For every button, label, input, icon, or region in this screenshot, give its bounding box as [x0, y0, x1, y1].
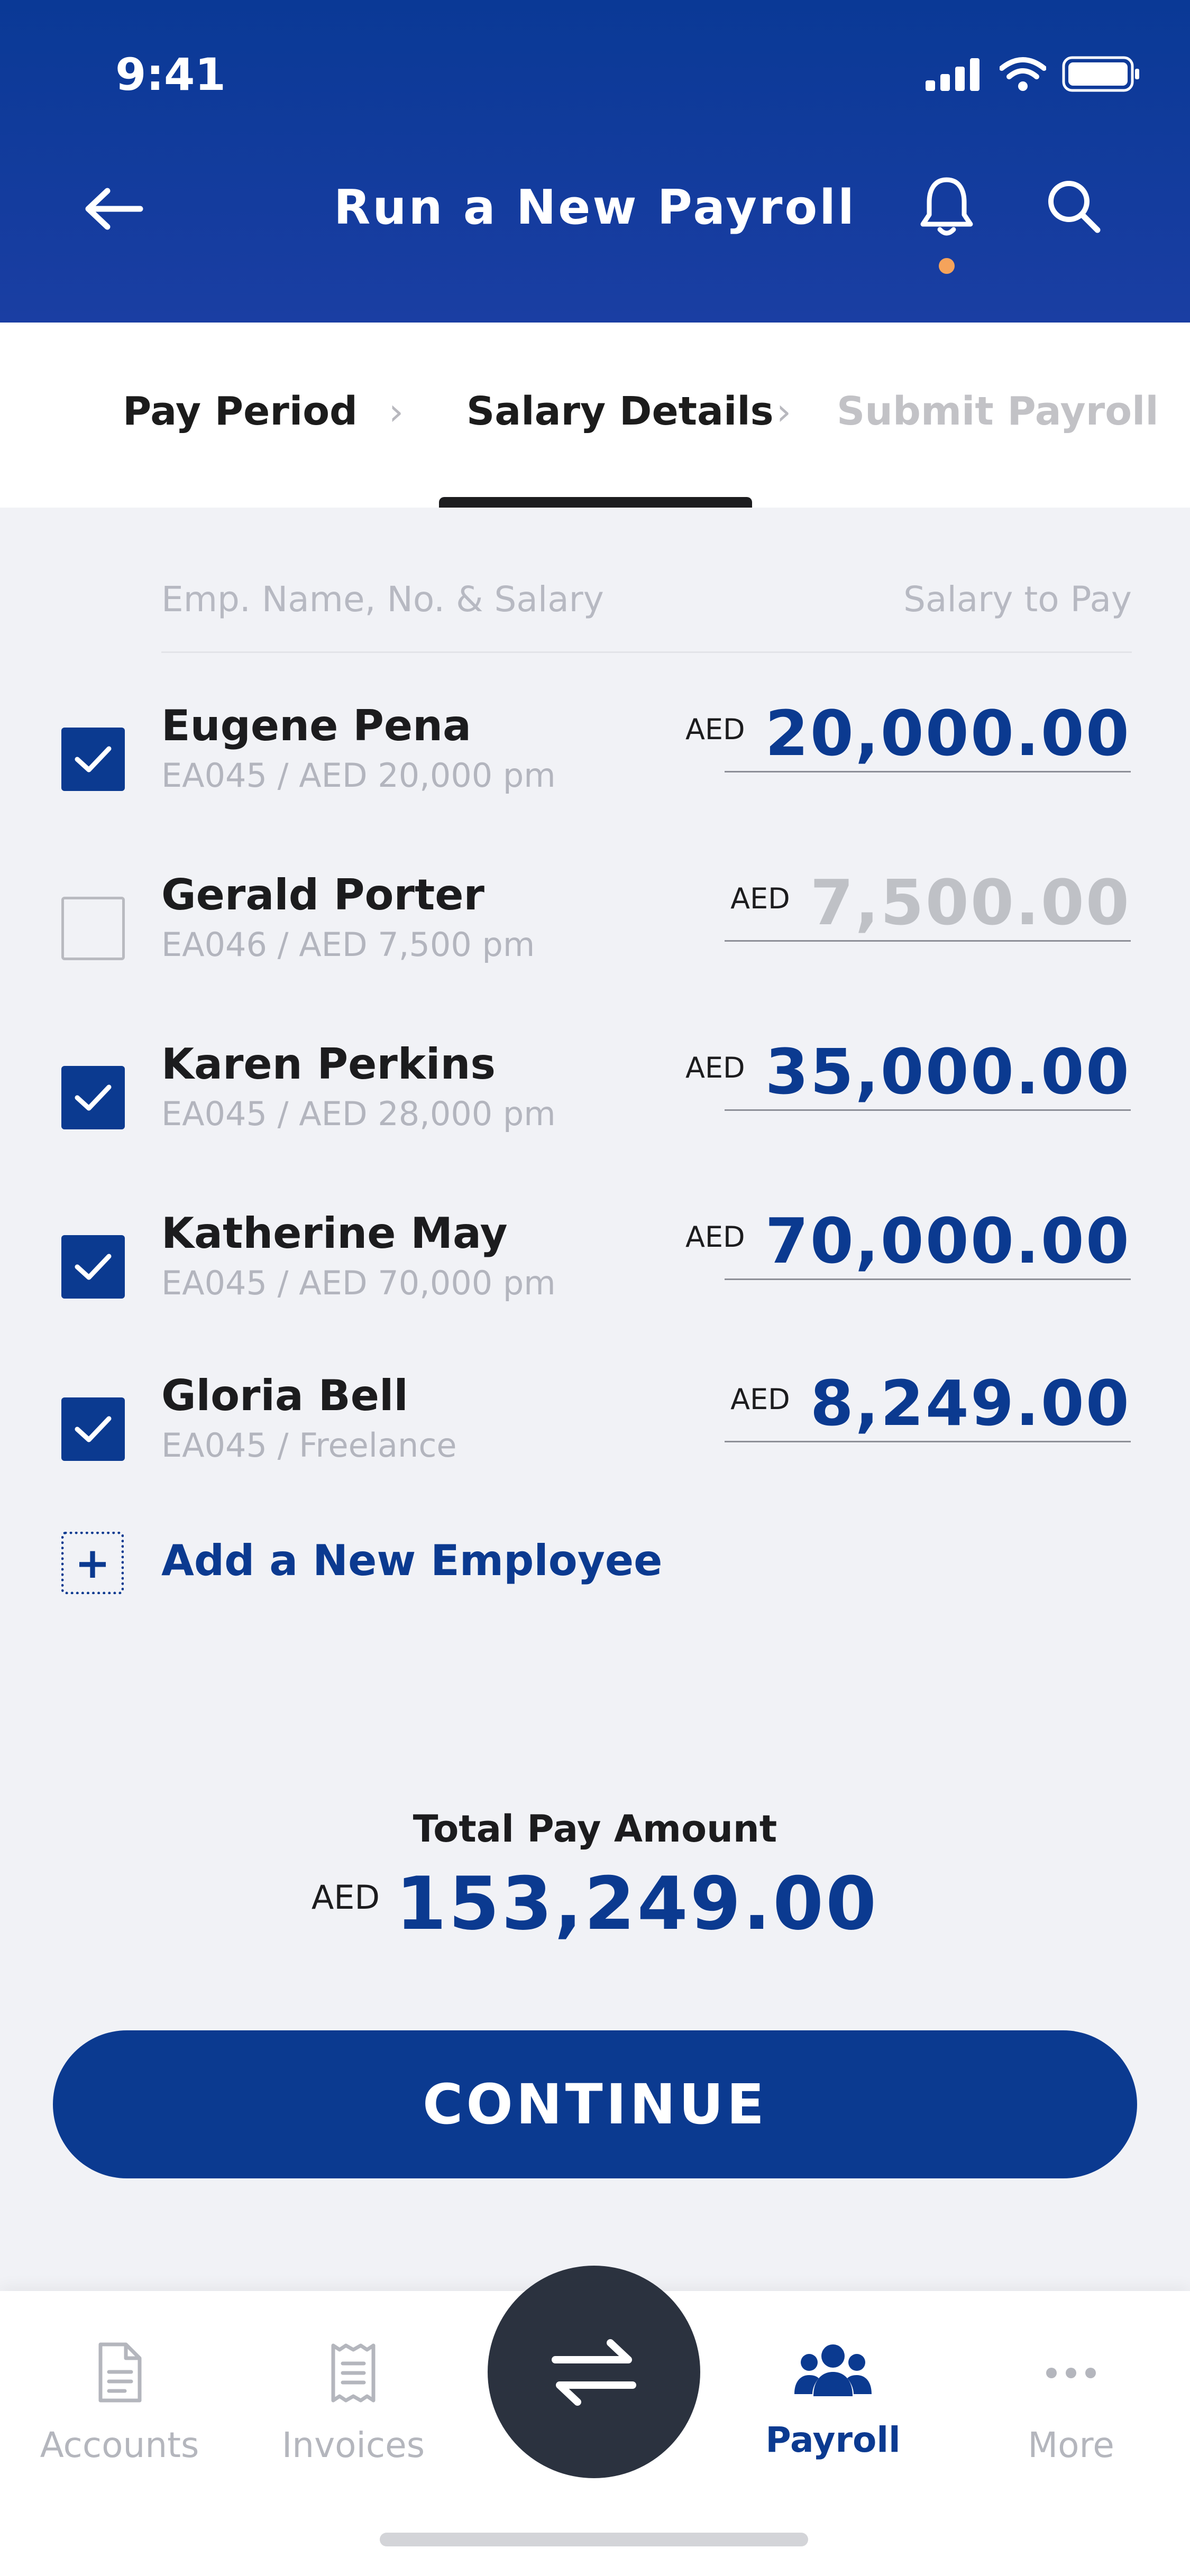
employee-name: Karen Perkins — [161, 1039, 496, 1089]
nav-item-invoices[interactable]: Invoices — [253, 2341, 454, 2465]
step-submit-payroll: Submit Payroll — [837, 389, 1159, 434]
document-icon — [98, 2342, 142, 2403]
salary-to-pay-field[interactable]: AED 8,249.00 — [730, 1367, 1131, 1440]
check-icon — [75, 746, 112, 772]
salary-to-pay-field[interactable]: AED 20,000.00 — [685, 697, 1131, 770]
salary-amount[interactable]: 8,249.00 — [810, 1367, 1131, 1440]
currency-label: AED — [730, 1383, 790, 1416]
plus-icon[interactable]: + — [61, 1532, 124, 1594]
currency-label: AED — [685, 1220, 745, 1254]
nav-item-accounts[interactable]: Accounts — [19, 2341, 220, 2465]
nav-item-more[interactable]: More — [971, 2341, 1171, 2465]
signal-icon — [926, 58, 980, 91]
amount-underline — [725, 1278, 1131, 1280]
progress-stepper: Pay Period › Salary Details › Submit Pay… — [0, 323, 1190, 508]
receipt-icon — [331, 2343, 376, 2403]
chevron-right-icon: › — [776, 390, 791, 434]
salary-amount[interactable]: 70,000.00 — [765, 1204, 1131, 1277]
table-row: Gloria Bell EA045 / Freelance AED 8,249.… — [0, 1367, 1190, 1525]
nav-label: Invoices — [281, 2425, 425, 2465]
employee-checkbox[interactable] — [61, 1397, 125, 1461]
employee-checkbox[interactable] — [61, 728, 125, 791]
employee-details: EA045 / AED 20,000 pm — [161, 756, 556, 795]
add-employee-link[interactable]: Add a New Employee — [161, 1536, 662, 1585]
total-currency: AED — [311, 1878, 380, 1917]
column-header-salary: Salary to Pay — [903, 579, 1132, 620]
status-icons — [926, 53, 1141, 95]
total-amount: 153,249.00 — [396, 1861, 879, 1946]
salary-to-pay-field[interactable]: AED 7,500.00 — [730, 866, 1131, 939]
chevron-right-icon: › — [389, 390, 404, 434]
transfer-icon — [552, 2339, 636, 2406]
currency-label: AED — [685, 713, 745, 746]
nav-label: Accounts — [40, 2425, 199, 2465]
employee-name: Eugene Pena — [161, 701, 472, 750]
notification-dot — [939, 258, 955, 274]
total-amount-row: AED 153,249.00 — [0, 1861, 1190, 1946]
currency-label: AED — [685, 1051, 745, 1084]
employee-name: Katherine May — [161, 1209, 508, 1258]
page-title: Run a New Payroll — [334, 180, 856, 235]
bell-icon — [920, 177, 973, 236]
status-time: 9:41 — [115, 49, 226, 100]
continue-button[interactable]: CONTINUE — [53, 2030, 1137, 2178]
employee-details: EA046 / AED 7,500 pm — [161, 925, 535, 964]
nav-label: More — [1028, 2425, 1114, 2465]
amount-underline — [725, 1441, 1131, 1442]
employee-name: Gerald Porter — [161, 870, 484, 919]
table-row: Eugene Pena EA045 / AED 20,000 pm AED 20… — [0, 697, 1190, 855]
search-button[interactable] — [1039, 172, 1108, 241]
check-icon — [75, 1254, 112, 1280]
transfer-button[interactable] — [488, 2266, 700, 2478]
home-indicator[interactable] — [380, 2533, 808, 2546]
nav-label: Payroll — [765, 2419, 901, 2460]
employee-checkbox[interactable] — [61, 897, 125, 960]
total-label: Total Pay Amount — [413, 1807, 777, 1851]
people-icon — [794, 2344, 872, 2396]
amount-underline — [725, 771, 1131, 772]
salary-to-pay-field[interactable]: AED 70,000.00 — [685, 1204, 1131, 1277]
app-header: 9:41 Run a New Payroll — [0, 0, 1190, 323]
employee-checkbox[interactable] — [61, 1066, 125, 1129]
step-pay-period[interactable]: Pay Period — [123, 389, 358, 434]
divider — [161, 651, 1132, 653]
check-icon — [75, 1084, 112, 1111]
salary-amount[interactable]: 20,000.00 — [765, 697, 1131, 770]
amount-underline — [725, 940, 1131, 942]
employee-checkbox[interactable] — [61, 1235, 125, 1299]
check-icon — [75, 1416, 112, 1442]
table-row: Katherine May EA045 / AED 70,000 pm AED … — [0, 1204, 1190, 1363]
currency-label: AED — [730, 882, 790, 915]
table-row: Karen Perkins EA045 / AED 28,000 pm AED … — [0, 1035, 1190, 1194]
table-row: Gerald Porter EA046 / AED 7,500 pm AED 7… — [0, 866, 1190, 1025]
column-header-employee: Emp. Name, No. & Salary — [161, 579, 604, 620]
salary-to-pay-field[interactable]: AED 35,000.00 — [685, 1035, 1131, 1108]
nav-item-payroll[interactable]: Payroll — [733, 2341, 933, 2460]
notifications-button[interactable] — [915, 174, 978, 238]
search-icon — [1048, 181, 1101, 233]
battery-icon — [1062, 56, 1139, 92]
salary-amount[interactable]: 35,000.00 — [765, 1035, 1131, 1108]
employee-details: EA045 / AED 70,000 pm — [161, 1264, 556, 1302]
amount-underline — [725, 1109, 1131, 1111]
employee-name: Gloria Bell — [161, 1371, 408, 1420]
salary-amount[interactable]: 7,500.00 — [810, 866, 1131, 939]
active-step-indicator — [439, 497, 752, 508]
wifi-icon — [1000, 57, 1046, 91]
step-salary-details[interactable]: Salary Details — [466, 389, 774, 434]
more-icon — [1046, 2368, 1096, 2378]
employee-details: EA045 / Freelance — [161, 1426, 457, 1465]
employee-details: EA045 / AED 28,000 pm — [161, 1094, 556, 1133]
